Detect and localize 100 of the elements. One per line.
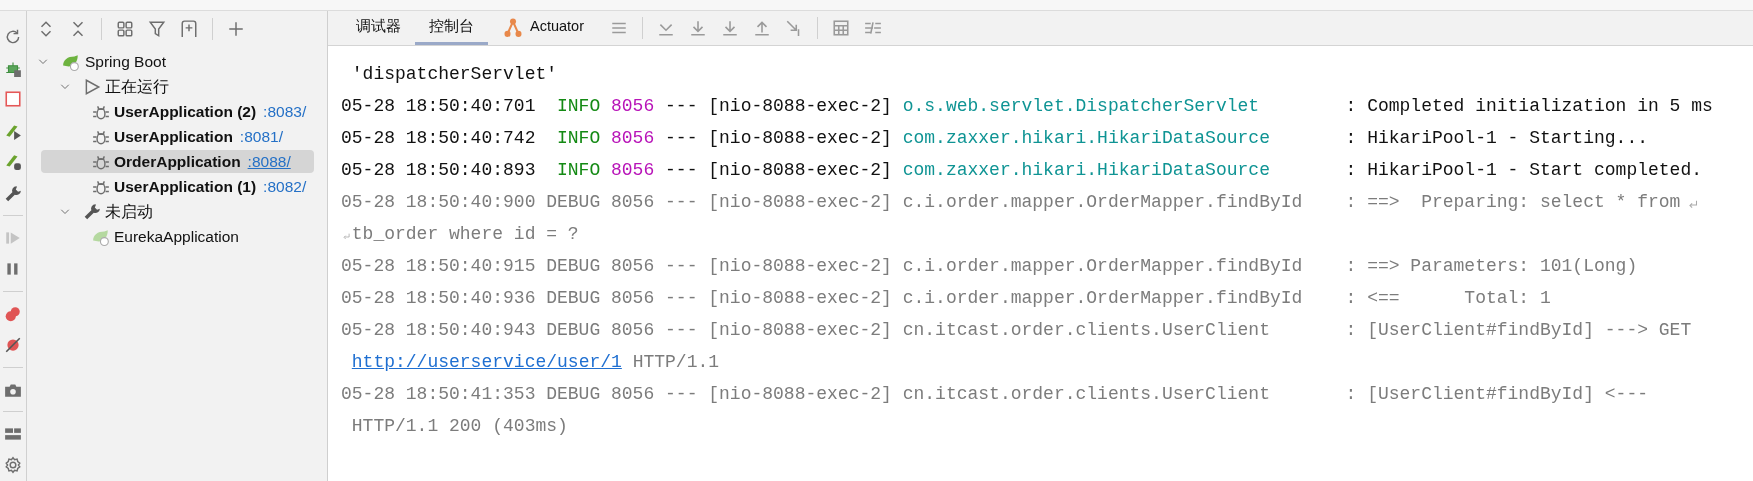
log-thread: [nio-8088-exec-2] <box>708 158 892 182</box>
port-link[interactable]: :8083/ <box>263 99 307 124</box>
log-text: HTTP/1.1 200 (403ms) <box>351 414 568 438</box>
log-message: [UserClient#findById] <--- <box>1367 382 1648 406</box>
log-separator: --- <box>665 286 698 310</box>
log-message: HikariPool-1 - Start completed. <box>1367 158 1702 182</box>
log-pid: 8056 <box>611 286 655 310</box>
log-logger: com.zaxxer.hikari.HikariDataSource <box>902 126 1271 150</box>
tree-label[interactable]: Spring Boot <box>85 49 166 74</box>
log-thread: [nio-8088-exec-2] <box>708 126 892 150</box>
url-link[interactable]: http://userservice/user/1 <box>351 348 622 376</box>
bug-icon[interactable] <box>4 59 22 78</box>
log-pid: 8056 <box>611 382 655 406</box>
tree-row[interactable]: UserApplication (1) :8082/ <box>41 175 314 198</box>
log-message: ==> Parameters: 101(Long) <box>1367 254 1638 278</box>
rerun-icon[interactable] <box>4 27 22 46</box>
log-message: Completed initialization in 5 ms <box>1367 94 1713 118</box>
upload-icon[interactable] <box>753 19 771 37</box>
log-timestamp: 05-28 18:50:40:943 <box>341 318 536 342</box>
log-separator: --- <box>665 126 698 150</box>
log-pid: 8056 <box>611 190 655 214</box>
log-level: DEBUG <box>546 254 601 278</box>
group-icon[interactable] <box>116 19 134 38</box>
breakpoints-icon[interactable] <box>4 304 22 323</box>
log-timestamp: 05-28 18:50:40:893 <box>341 158 536 182</box>
log-pid: 8056 <box>611 126 655 150</box>
log-separator: --- <box>665 382 698 406</box>
log-separator: --- <box>665 190 698 214</box>
log-message: ==> Preparing: select * from <box>1367 190 1681 214</box>
log-thread: [nio-8088-exec-2] <box>708 94 892 118</box>
log-text: 'dispatcherServlet' <box>351 62 558 86</box>
log-pid: 8056 <box>611 318 655 342</box>
log-pid: 8056 <box>611 254 655 278</box>
log-thread: [nio-8088-exec-2] <box>708 254 892 278</box>
console-tab[interactable]: 调试器 <box>342 11 415 45</box>
log-message: HikariPool-1 - Starting... <box>1367 126 1648 150</box>
log-separator: : <box>1345 126 1357 150</box>
log-separator: : <box>1345 158 1357 182</box>
toggle-list-icon[interactable] <box>864 19 882 37</box>
app-name[interactable]: OrderApplication <box>114 149 241 174</box>
log-message: <== Total: 1 <box>1367 286 1551 310</box>
log-text: tb_order where id = ? <box>351 222 579 246</box>
log-separator: : <box>1345 94 1357 118</box>
log-pid: 8056 <box>611 94 655 118</box>
wrench-icon <box>83 202 101 221</box>
log-timestamp: 05-28 18:50:40:915 <box>341 254 536 278</box>
log-separator: --- <box>665 318 698 342</box>
log-logger: o.s.web.servlet.DispatcherServlet <box>902 94 1261 118</box>
log-level: INFO <box>556 94 601 118</box>
log-thread: [nio-8088-exec-2] <box>708 382 892 406</box>
mute-breakpoints-icon[interactable] <box>4 336 22 355</box>
layout-icon[interactable] <box>4 425 22 443</box>
download-icon[interactable] <box>689 19 707 37</box>
download-icon[interactable] <box>721 19 739 37</box>
log-logger: c.i.order.mapper.OrderMapper.findById <box>902 190 1304 214</box>
filter-icon[interactable] <box>148 19 166 38</box>
log-logger: c.i.order.mapper.OrderMapper.findById <box>902 254 1304 278</box>
log-timestamp: 05-28 18:50:40:701 <box>341 94 536 118</box>
tree-row[interactable]: UserApplication :8081/ <box>41 125 314 148</box>
add-service-icon[interactable] <box>180 19 198 38</box>
log-level: DEBUG <box>546 286 601 310</box>
log-separator: --- <box>665 254 698 278</box>
tree-label[interactable]: 正在运行 <box>105 74 169 99</box>
port-link[interactable]: :8088/ <box>247 149 291 174</box>
stop-icon[interactable] <box>4 90 22 109</box>
log-logger: cn.itcast.order.clients.UserClient <box>902 382 1271 406</box>
log-thread: [nio-8088-exec-2] <box>708 318 892 342</box>
log-separator: --- <box>665 158 698 182</box>
log-logger: com.zaxxer.hikari.HikariDataSource <box>902 158 1271 182</box>
log-timestamp: 05-28 18:50:41:353 <box>341 382 536 406</box>
log-text: HTTP/1.1 <box>632 350 720 374</box>
app-name[interactable]: EurekaApplication <box>114 224 239 249</box>
tree-row[interactable]: EurekaApplication <box>41 225 314 248</box>
app-name[interactable]: UserApplication <box>114 124 233 149</box>
log-level: DEBUG <box>546 190 601 214</box>
log-separator: : <box>1345 190 1357 214</box>
app-name[interactable]: UserApplication (2) <box>114 99 257 124</box>
add-icon[interactable] <box>227 19 245 38</box>
wrench-icon[interactable] <box>4 184 22 203</box>
run-icon <box>83 77 101 96</box>
calculator-icon[interactable] <box>832 19 850 37</box>
port-link[interactable]: :8082/ <box>263 174 307 199</box>
log-level: DEBUG <box>546 318 601 342</box>
log-thread: [nio-8088-exec-2] <box>708 190 892 214</box>
tree-label[interactable]: 未启动 <box>105 199 153 224</box>
log-message: [UserClient#findById] ---> GET <box>1367 318 1692 342</box>
tree-row[interactable]: UserApplication (2) :8083/ <box>41 100 314 123</box>
app-name[interactable]: UserApplication (1) <box>114 174 257 199</box>
settings-icon[interactable] <box>4 456 22 475</box>
log-separator: : <box>1345 254 1357 278</box>
console-tab[interactable]: 控制台 <box>415 11 488 45</box>
console-tab[interactable]: Actuator <box>488 11 598 45</box>
spring-boot-icon <box>61 52 81 71</box>
spring-boot-icon <box>91 227 111 246</box>
log-thread: [nio-8088-exec-2] <box>708 286 892 310</box>
tree-row[interactable]: OrderApplication :8088/ <box>41 150 314 173</box>
log-separator: : <box>1345 382 1357 406</box>
log-level: DEBUG <box>546 382 601 406</box>
port-link[interactable]: :8081/ <box>239 124 283 149</box>
log-separator: : <box>1345 318 1357 342</box>
